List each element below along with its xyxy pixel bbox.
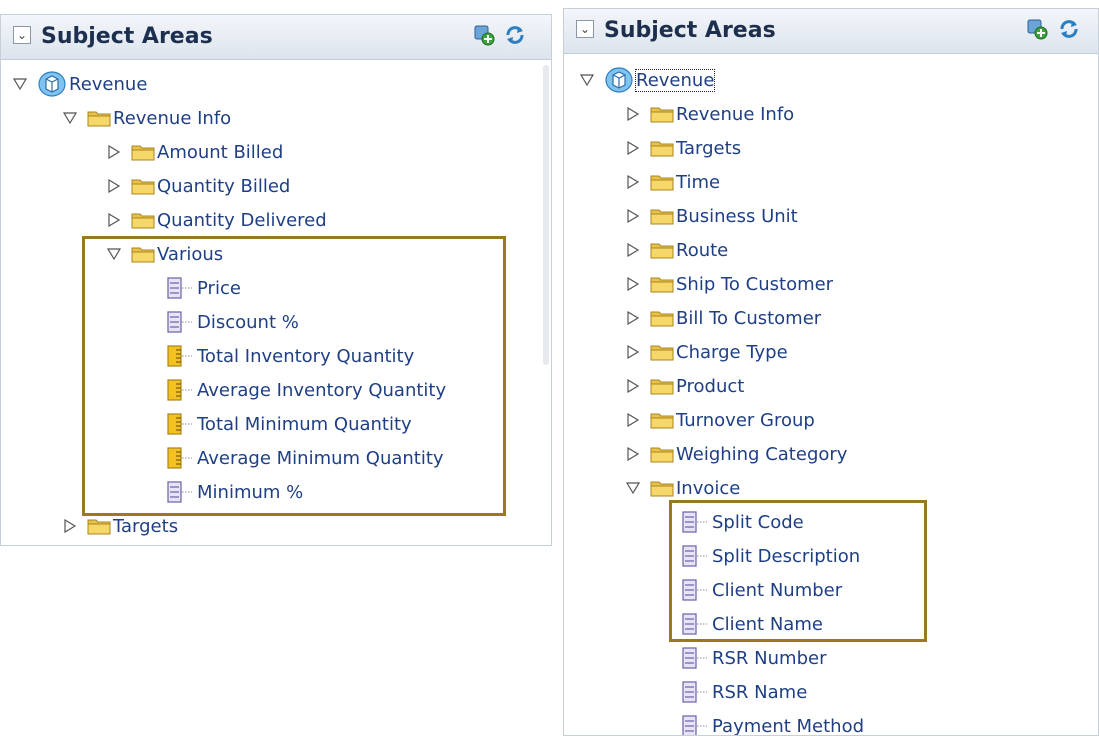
tree-node-revenue-info[interactable]: Revenue Info — [63, 103, 231, 133]
tree-node-label: Invoice — [676, 477, 741, 499]
tree-node-bill-to-customer[interactable]: Bill To Customer — [626, 303, 821, 333]
collapse-toggle-icon[interactable]: ⌄ — [13, 26, 31, 44]
triangle-collapsed-icon[interactable] — [626, 175, 640, 189]
refresh-icon[interactable] — [504, 24, 526, 46]
triangle-expanded-icon[interactable] — [580, 73, 594, 87]
triangle-collapsed-icon[interactable] — [107, 213, 121, 227]
attribute-column-icon — [682, 680, 708, 704]
tree-node-ship-to-customer[interactable]: Ship To Customer — [626, 269, 833, 299]
folder-icon — [650, 275, 674, 293]
tree-node-label: Amount Billed — [157, 141, 284, 163]
folder-icon — [650, 241, 674, 259]
folder-icon — [650, 445, 674, 463]
tree-node-business-unit[interactable]: Business Unit — [626, 201, 798, 231]
tree-node-label: Product — [676, 375, 745, 397]
tree-node-label: Revenue — [69, 73, 148, 95]
triangle-collapsed-icon[interactable] — [626, 345, 640, 359]
folder-icon — [131, 177, 155, 195]
add-subject-area-icon[interactable] — [1026, 18, 1048, 40]
attribute-column-icon — [682, 646, 708, 670]
tree-node-label: Quantity Billed — [157, 175, 291, 197]
panel-title: Subject Areas — [604, 18, 776, 43]
highlight-box — [82, 236, 506, 516]
tree-column-rsr-number[interactable]: RSR Number — [682, 643, 826, 673]
folder-icon — [650, 343, 674, 361]
tree-node-amount-billed[interactable]: Amount Billed — [107, 137, 283, 167]
folder-icon — [650, 377, 674, 395]
triangle-collapsed-icon[interactable] — [63, 519, 77, 533]
folder-icon — [650, 411, 674, 429]
triangle-expanded-icon[interactable] — [63, 111, 77, 125]
triangle-collapsed-icon[interactable] — [626, 379, 640, 393]
tree-node-label: Charge Type — [676, 341, 788, 363]
triangle-collapsed-icon[interactable] — [107, 179, 121, 193]
triangle-collapsed-icon[interactable] — [626, 107, 640, 121]
folder-icon — [131, 211, 155, 229]
folder-icon — [87, 109, 111, 127]
tree-node-label: Revenue Info — [676, 103, 795, 125]
tree-node-label: Quantity Delivered — [157, 209, 327, 231]
tree-node-label: Ship To Customer — [676, 273, 834, 295]
tree-node-label: RSR Name — [712, 681, 808, 703]
folder-icon — [650, 139, 674, 157]
triangle-collapsed-icon[interactable] — [626, 277, 640, 291]
tree-node-charge-type[interactable]: Charge Type — [626, 337, 788, 367]
triangle-expanded-icon[interactable] — [626, 481, 640, 495]
triangle-collapsed-icon[interactable] — [107, 145, 121, 159]
tree-node-label: Time — [676, 171, 721, 193]
folder-icon — [650, 207, 674, 225]
tree-node-product[interactable]: Product — [626, 371, 744, 401]
triangle-expanded-icon[interactable] — [13, 77, 27, 91]
tree-node-revenue-info[interactable]: Revenue Info — [626, 99, 794, 129]
tree-node-invoice[interactable]: Invoice — [626, 473, 740, 503]
highlight-box — [669, 500, 927, 642]
tree-node-quantity-billed[interactable]: Quantity Billed — [107, 171, 290, 201]
scrollbar[interactable] — [543, 65, 549, 365]
triangle-collapsed-icon[interactable] — [626, 141, 640, 155]
triangle-collapsed-icon[interactable] — [626, 413, 640, 427]
tree-node-label: Targets — [676, 137, 742, 159]
subject-area-cube-icon — [37, 71, 67, 97]
triangle-collapsed-icon[interactable] — [626, 209, 640, 223]
folder-icon — [650, 309, 674, 327]
tree-node-label: Revenue — [634, 68, 716, 92]
refresh-icon[interactable] — [1058, 18, 1080, 40]
tree-node-label: Weighing Category — [676, 443, 848, 465]
triangle-collapsed-icon[interactable] — [626, 243, 640, 257]
add-subject-area-icon[interactable] — [473, 24, 495, 46]
tree-column-payment-method[interactable]: Payment Method — [682, 711, 865, 736]
tree-node-label: Route — [676, 239, 729, 261]
tree-node-label: Payment Method — [712, 715, 865, 736]
tree-node-label: Bill To Customer — [676, 307, 822, 329]
folder-icon — [131, 143, 155, 161]
subject-area-cube-icon — [604, 67, 634, 93]
tree-node-time[interactable]: Time — [626, 167, 720, 197]
triangle-collapsed-icon[interactable] — [626, 311, 640, 325]
tree-node-label: Revenue Info — [113, 107, 232, 129]
panel-header: ⌄ Subject Areas — [1, 15, 551, 60]
tree-node-label: RSR Number — [712, 647, 827, 669]
tree-node-quantity-delivered[interactable]: Quantity Delivered — [107, 205, 327, 235]
tree-node-revenue[interactable]: Revenue — [13, 69, 147, 99]
attribute-column-icon — [682, 714, 708, 736]
folder-icon — [650, 105, 674, 123]
tree-node-turnover-group[interactable]: Turnover Group — [626, 405, 815, 435]
tree-node-label: Targets — [113, 515, 179, 537]
tree-node-targets[interactable]: Targets — [626, 133, 741, 163]
triangle-collapsed-icon[interactable] — [626, 447, 640, 461]
tree-column-rsr-name[interactable]: RSR Name — [682, 677, 807, 707]
folder-icon — [650, 479, 674, 497]
tree-node-weighing-category[interactable]: Weighing Category — [626, 439, 847, 469]
tree-node-route[interactable]: Route — [626, 235, 728, 265]
panel-title: Subject Areas — [41, 24, 213, 49]
tree-node-label: Turnover Group — [676, 409, 815, 431]
folder-icon — [87, 517, 111, 535]
tree-node-revenue[interactable]: Revenue — [580, 65, 716, 95]
collapse-toggle-icon[interactable]: ⌄ — [576, 20, 594, 38]
folder-icon — [650, 173, 674, 191]
panel-header: ⌄ Subject Areas — [564, 9, 1098, 54]
tree-node-label: Business Unit — [676, 205, 798, 227]
